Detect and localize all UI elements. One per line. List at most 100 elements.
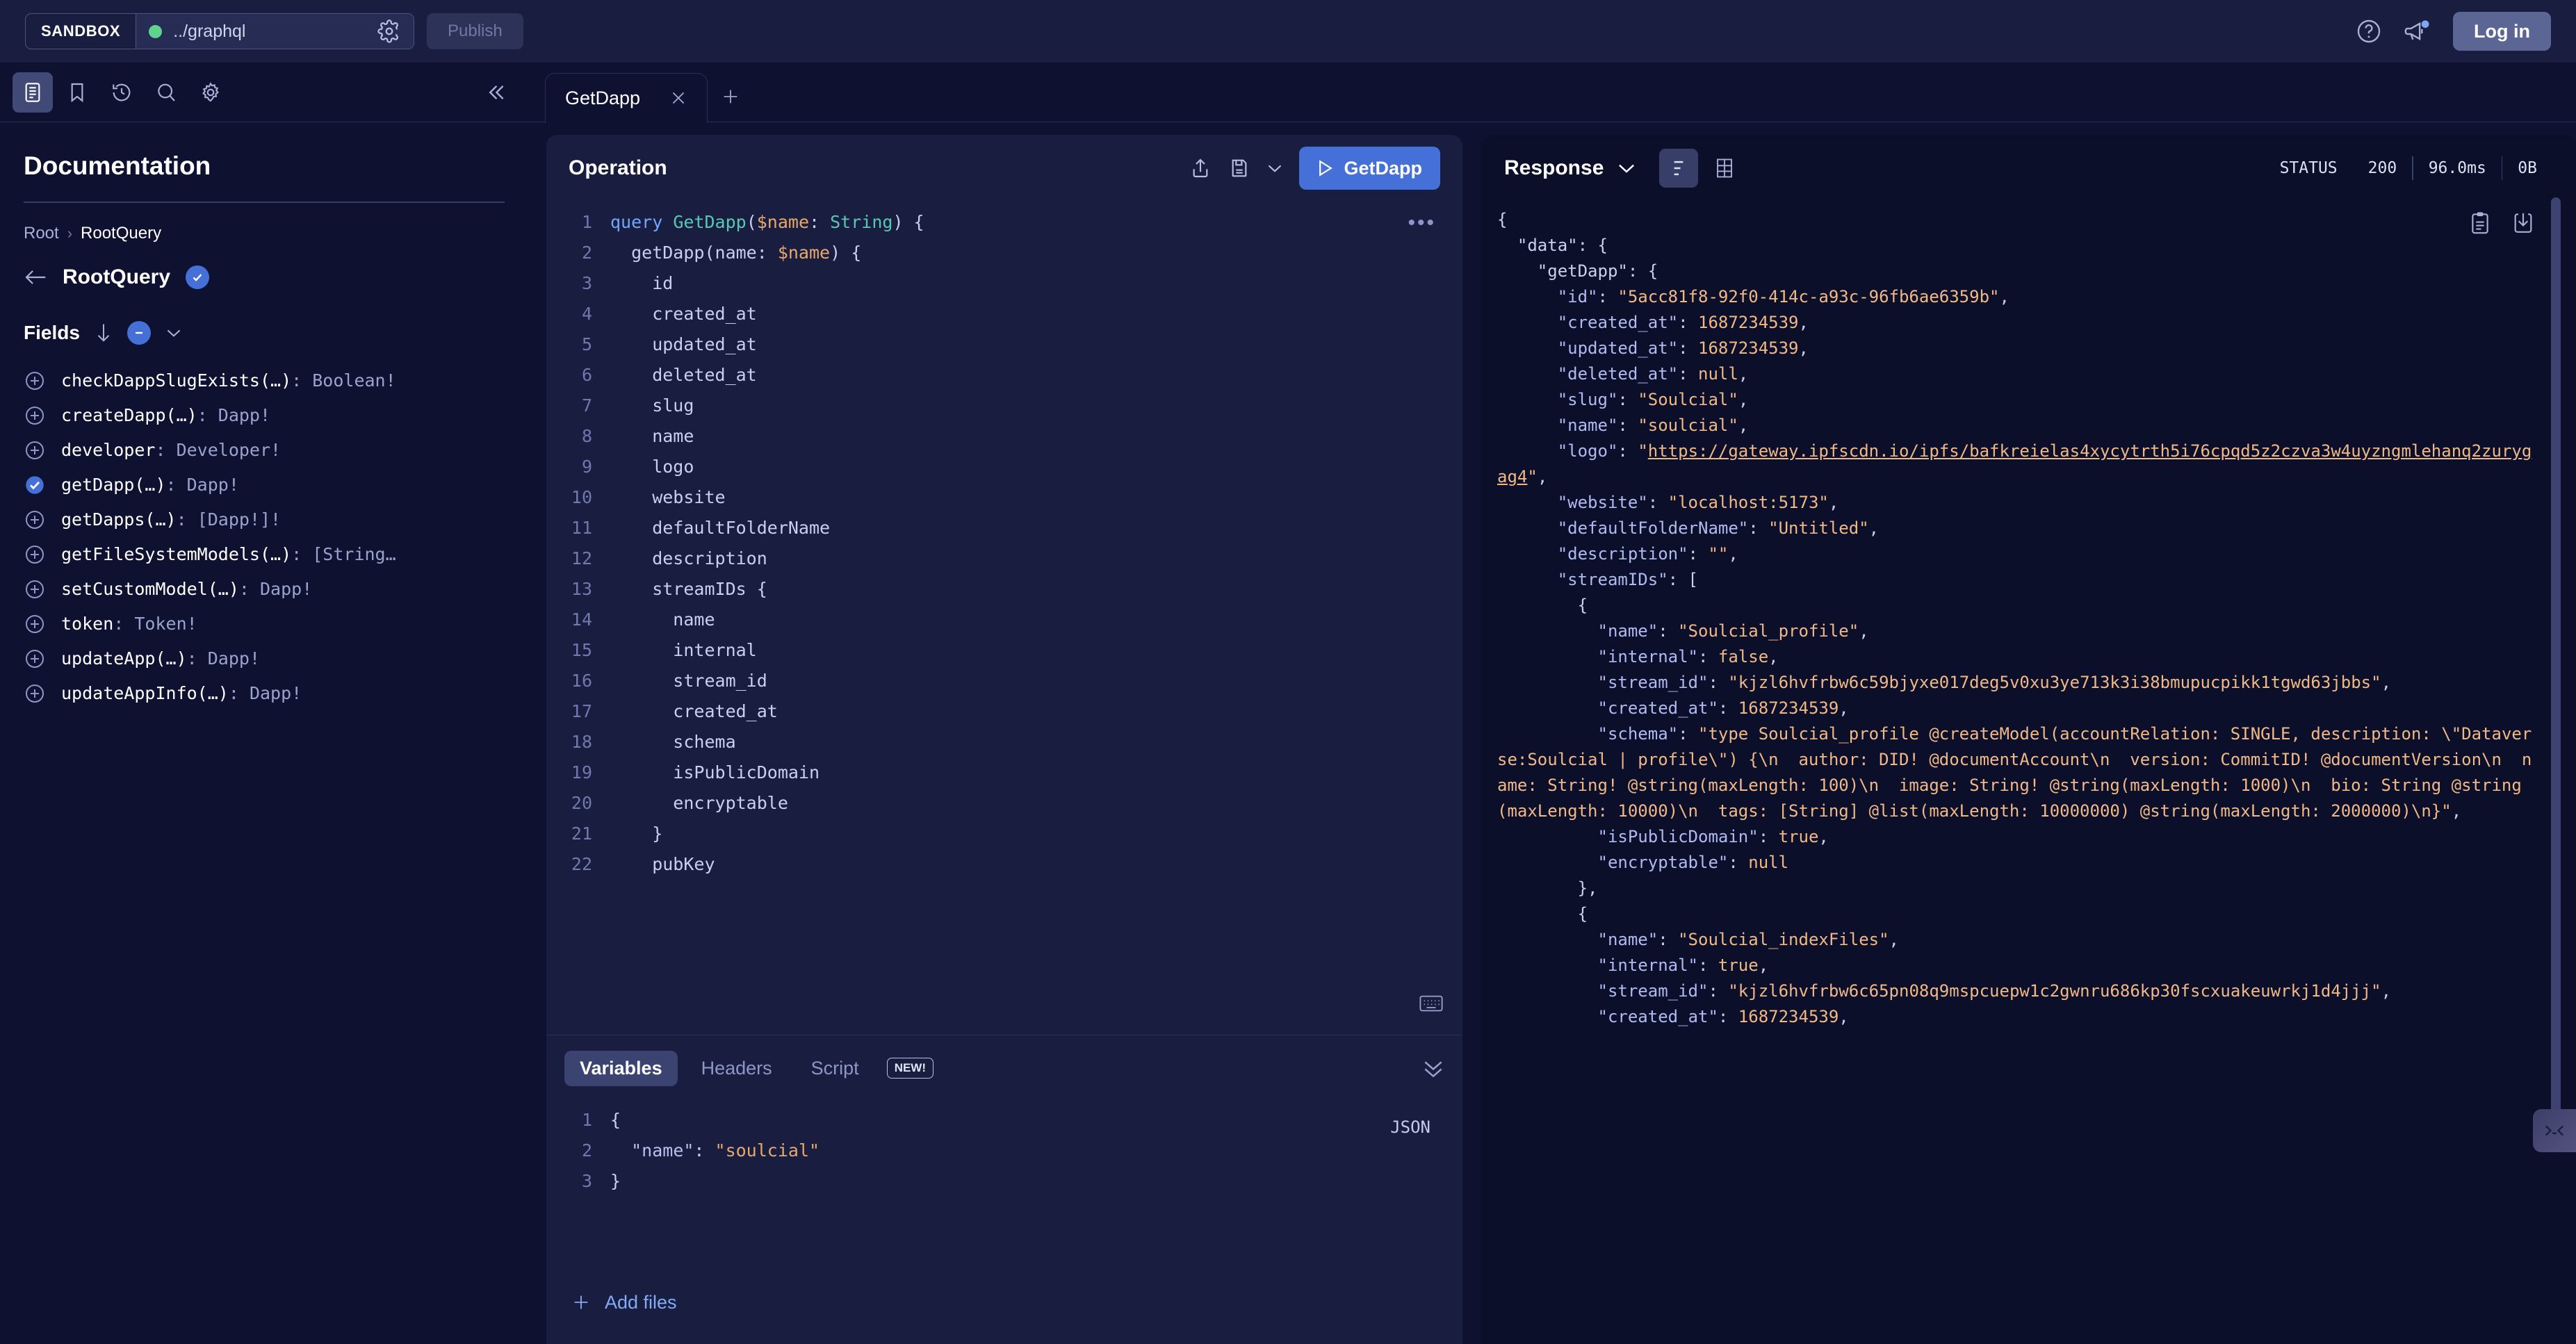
publish-button[interactable]: Publish [427, 13, 523, 49]
add-field-plus-icon[interactable] [24, 682, 46, 705]
query-editor[interactable]: ••• 1query GetDapp($name: String) { 2 ge… [546, 202, 1462, 1035]
field-row[interactable]: setCustomModel(…): Dapp! [24, 578, 505, 600]
field-row[interactable]: checkDappSlugExists(…): Boolean! [24, 370, 505, 392]
field-row[interactable]: getDapps(…): [Dapp!]! [24, 509, 505, 531]
json-line: "description": "", [1497, 541, 2534, 567]
variables-collapse-chevrons-down-icon[interactable] [1422, 1058, 1444, 1079]
query-code[interactable]: 1query GetDapp($name: String) { 2 getDap… [546, 207, 1462, 880]
status-label: STATUS [2265, 159, 2353, 177]
field-selected-check-icon[interactable] [24, 474, 46, 496]
code-text: deleted_at [610, 360, 757, 391]
sidebar-search-icon[interactable] [146, 72, 186, 113]
code-line: 3} [546, 1166, 1462, 1197]
endpoint-settings-gear-icon[interactable] [377, 19, 401, 43]
json-view-icon[interactable] [1659, 149, 1698, 188]
run-operation-button[interactable]: GetDapp [1299, 147, 1440, 190]
add-field-plus-icon[interactable] [24, 578, 46, 600]
sidebar-settings-gear-icon[interactable] [190, 72, 231, 113]
share-icon[interactable] [1189, 157, 1212, 179]
code-text: schema [610, 727, 736, 757]
sidebar-docs-icon[interactable] [13, 72, 53, 113]
collapse-panel-icon[interactable] [2533, 1109, 2576, 1152]
response-panel: Response [1481, 135, 2576, 1344]
sidebar-content: Documentation Root › RootQuery RootQuery [0, 122, 528, 705]
response-size: 0B [2502, 159, 2552, 177]
save-chevron-down-icon[interactable] [1267, 163, 1282, 174]
code-text: description [610, 543, 767, 574]
response-header: Response [1481, 135, 2576, 202]
field-row[interactable]: createDapp(…): Dapp! [24, 404, 505, 427]
line-number: 1 [546, 207, 610, 238]
logo-url-link[interactable]: https://gateway.ipfscdn.io/ipfs/bafkreie… [1497, 441, 2532, 486]
field-label: updateAppInfo(…): Dapp! [61, 683, 302, 703]
field-label: getFileSystemModels(…): [String… [61, 544, 396, 564]
tab-close-icon[interactable] [669, 89, 687, 107]
add-field-plus-icon[interactable] [24, 439, 46, 461]
editor-more-options-icon[interactable]: ••• [1408, 211, 1436, 235]
line-number: 5 [546, 329, 610, 360]
fields-chevron-down-icon[interactable] [166, 327, 181, 338]
code-text: defaultFolderName [610, 513, 830, 543]
sidebar-bookmark-icon[interactable] [57, 72, 97, 113]
tab-getdapp[interactable]: GetDapp [545, 73, 708, 123]
add-field-plus-icon[interactable] [24, 613, 46, 635]
response-body[interactable]: { "data": { "getDapp": { "id": "5acc81f8… [1481, 202, 2576, 1344]
new-tab-plus-icon[interactable] [708, 72, 753, 122]
code-text: logo [610, 452, 694, 482]
megaphone-icon[interactable] [2403, 18, 2432, 44]
line-number: 1 [546, 1105, 610, 1136]
field-row[interactable]: updateApp(…): Dapp! [24, 648, 505, 670]
fields-label: Fields [24, 322, 80, 344]
add-field-plus-icon[interactable] [24, 648, 46, 670]
tab-variables[interactable]: Variables [564, 1051, 678, 1086]
response-scrollbar[interactable] [2551, 197, 2561, 1122]
response-chevron-down-icon[interactable] [1617, 162, 1636, 174]
field-label: developer: Developer! [61, 440, 281, 460]
endpoint-bar[interactable]: SANDBOX ../graphql [25, 13, 414, 49]
field-row-selected[interactable]: getDapp(…): Dapp! [24, 474, 505, 496]
collapse-all-minus-icon[interactable] [127, 321, 151, 345]
code-line: 8 name [546, 421, 1462, 452]
table-view-icon[interactable] [1705, 149, 1744, 188]
sidebar-history-icon[interactable] [101, 72, 142, 113]
code-line: 20 encryptable [546, 788, 1462, 819]
endpoint-input[interactable]: ../graphql [173, 22, 366, 42]
operation-actions: GetDapp [1189, 147, 1440, 190]
line-number: 12 [546, 543, 610, 574]
code-text: name [610, 605, 715, 635]
field-row[interactable]: getFileSystemModels(…): [String… [24, 543, 505, 566]
line-number: 20 [546, 788, 610, 819]
add-files-button[interactable]: Add files [546, 1261, 1462, 1344]
type-selected-check-icon[interactable] [186, 265, 209, 289]
add-field-plus-icon[interactable] [24, 543, 46, 566]
keyboard-shortcut-icon[interactable] [1419, 994, 1443, 1013]
field-row[interactable]: updateAppInfo(…): Dapp! [24, 682, 505, 705]
field-row[interactable]: developer: Developer! [24, 439, 505, 461]
code-line: 11 defaultFolderName [546, 513, 1462, 543]
add-field-plus-icon[interactable] [24, 370, 46, 392]
variables-editor[interactable]: JSON 1{ 2 "name": "soulcial" 3} [546, 1101, 1462, 1261]
variables-code[interactable]: 1{ 2 "name": "soulcial" 3} [546, 1105, 1462, 1197]
back-arrow-icon[interactable] [24, 268, 47, 286]
download-icon[interactable] [2512, 211, 2534, 235]
field-row[interactable]: token: Token! [24, 613, 505, 635]
code-line: 2 "name": "soulcial" [546, 1136, 1462, 1166]
code-line: 2 getDapp(name: $name) { [546, 238, 1462, 268]
tab-script[interactable]: Script [796, 1051, 874, 1086]
json-line: "stream_id": "kjzl6hvfrbw6c59bjyxe017deg… [1497, 670, 2534, 696]
clipboard-copy-icon[interactable] [2469, 211, 2491, 235]
login-button[interactable]: Log in [2453, 12, 2551, 51]
add-field-plus-icon[interactable] [24, 404, 46, 427]
variables-tabs: Variables Headers Script NEW! [546, 1035, 1462, 1101]
tab-bar: GetDapp [528, 63, 2576, 122]
breadcrumb-root[interactable]: Root [24, 224, 59, 243]
help-circle-icon[interactable] [2356, 18, 2382, 44]
endpoint-field[interactable]: ../graphql [136, 14, 414, 49]
sidebar-collapse-chevrons-icon[interactable] [475, 72, 516, 113]
line-number: 18 [546, 727, 610, 757]
sort-arrow-down-icon[interactable] [95, 322, 112, 343]
save-icon[interactable] [1228, 157, 1250, 179]
tab-headers[interactable]: Headers [686, 1051, 788, 1086]
add-field-plus-icon[interactable] [24, 509, 46, 531]
field-label: getDapp(…): Dapp! [61, 475, 239, 495]
